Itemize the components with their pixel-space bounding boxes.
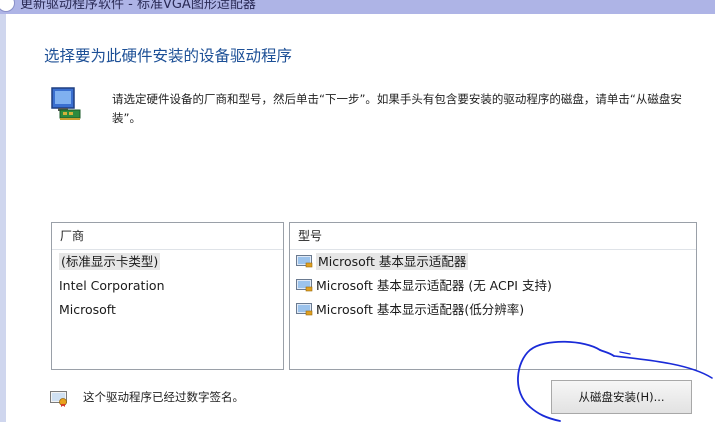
model-item[interactable]: Microsoft 基本显示适配器 (无 ACPI 支持): [290, 274, 696, 298]
have-disk-button[interactable]: 从磁盘安装(H)...: [551, 380, 692, 414]
model-item[interactable]: Microsoft 基本显示适配器: [290, 250, 696, 274]
manufacturer-item[interactable]: Intel Corporation: [52, 274, 283, 298]
model-item-label: Microsoft 基本显示适配器 (无 ACPI 支持): [316, 278, 552, 293]
manufacturer-item[interactable]: (标准显示卡类型): [52, 250, 283, 274]
display-adapter-icon: [296, 303, 313, 316]
manufacturer-list[interactable]: 厂商 (标准显示卡类型) Intel Corporation Microsoft: [51, 222, 284, 370]
page-title: 选择要为此硬件安装的设备驱动程序: [44, 47, 293, 65]
manufacturer-item-label: Microsoft: [59, 302, 116, 317]
model-item-label: Microsoft 基本显示适配器(低分辨率): [316, 302, 525, 317]
back-button[interactable]: [0, 0, 15, 12]
model-item-label: Microsoft 基本显示适配器: [316, 253, 469, 270]
instruction-text: 请选定硬件设备的厂商和型号，然后单击“下一步”。如果手头有包含要安装的驱动程序的…: [112, 92, 682, 125]
signature-status-text: 这个驱动程序已经过数字签名。: [83, 390, 244, 404]
manufacturer-header: 厂商: [52, 223, 283, 250]
manufacturer-item-label: (标准显示卡类型): [59, 253, 161, 270]
window-title: 更新驱动程序软件 - 标准VGA图形适配器: [20, 0, 256, 12]
display-adapter-icon: [296, 255, 313, 268]
digital-signature-icon: [50, 391, 67, 407]
model-item[interactable]: Microsoft 基本显示适配器(低分辨率): [290, 298, 696, 322]
display-adapter-icon: [296, 279, 313, 292]
manufacturer-item-label: Intel Corporation: [59, 278, 165, 293]
model-header: 型号: [290, 223, 696, 250]
model-list[interactable]: 型号 Microsoft 基本显示适配器 Microsoft 基本显示适配器 (…: [289, 222, 697, 370]
title-bar: 更新驱动程序软件 - 标准VGA图形适配器: [0, 0, 715, 14]
manufacturer-item[interactable]: Microsoft: [52, 298, 283, 322]
hardware-install-icon: [51, 87, 81, 120]
